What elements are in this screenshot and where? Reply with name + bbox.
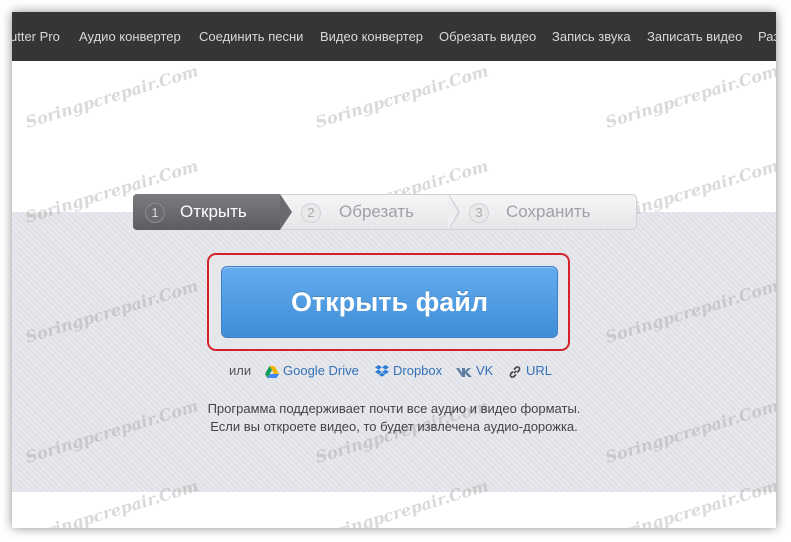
nav-item-join-songs[interactable]: Соединить песни (199, 12, 303, 61)
step-1-label: Открыть (180, 202, 247, 221)
footer-area (12, 492, 776, 528)
dropbox-link[interactable]: Dropbox (375, 361, 442, 381)
nav-item-audio-converter[interactable]: Аудио конвертер (79, 12, 181, 61)
vk-link[interactable]: VK (456, 361, 493, 381)
nav-item-more[interactable]: Раз (758, 12, 776, 61)
url-link[interactable]: URL (508, 361, 552, 381)
link-icon (509, 365, 521, 378)
top-navigation: utter Pro Аудио конвертер Соединить песн… (12, 12, 776, 61)
vk-icon (456, 367, 472, 377)
google-drive-icon (265, 365, 279, 378)
nav-item-cutter-pro[interactable]: utter Pro (12, 12, 60, 61)
open-file-button[interactable]: Открыть файл (221, 266, 558, 338)
or-label: или (229, 363, 252, 378)
step-3-label: Сохранить (506, 202, 591, 221)
step-separator-inner (448, 194, 458, 230)
nav-item-record-video[interactable]: Записать видео (647, 12, 742, 61)
step-2-number: 2 (301, 203, 321, 223)
vk-label: VK (476, 363, 494, 378)
description-line-2: Если вы откроете видео, то будет извлече… (210, 419, 578, 434)
step-1-arrow (280, 194, 292, 230)
nav-item-trim-video[interactable]: Обрезать видео (439, 12, 536, 61)
google-drive-link[interactable]: Google Drive (265, 361, 359, 381)
google-drive-label: Google Drive (283, 363, 359, 378)
url-label: URL (526, 363, 553, 378)
dropbox-label: Dropbox (393, 363, 443, 378)
dropbox-icon (375, 365, 389, 377)
app-window: utter Pro Аудио конвертер Соединить песн… (12, 12, 776, 528)
description-line-1: Программа поддерживает почти все аудио и… (207, 401, 581, 416)
header-area (12, 61, 776, 212)
step-2-label: Обрезать (339, 202, 415, 221)
file-sources-row: или Google Drive Dropbox VK URL (12, 361, 776, 381)
step-1-number: 1 (145, 203, 165, 223)
step-indicator: 1 Открыть 2 Обрезать 3 Сохранить (133, 194, 637, 230)
nav-item-video-converter[interactable]: Видео конвертер (320, 12, 423, 61)
nav-item-record-audio[interactable]: Запись звука (552, 12, 631, 61)
step-3-number: 3 (469, 203, 489, 223)
